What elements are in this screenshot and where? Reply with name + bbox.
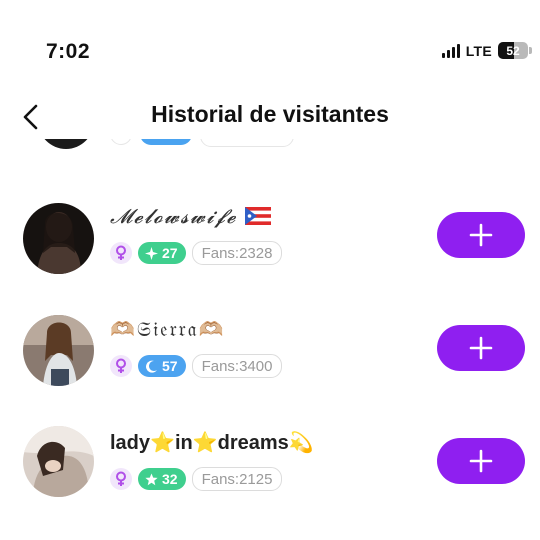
fans-count: Fans:2328: [191, 241, 283, 265]
sparkle-icon: [145, 246, 158, 260]
dizzy-icon: 💫: [288, 432, 314, 454]
star-emoji-icon: ⭐: [192, 432, 218, 454]
name-part: in: [174, 432, 193, 454]
plus-icon: [469, 223, 493, 247]
female-icon: [110, 468, 132, 490]
battery-icon: 52: [498, 42, 532, 59]
list-item[interactable]: 🫶🏼𝔖𝔦𝔢𝔯𝔯𝔞🫶🏼 57 Fans:3400: [0, 303, 540, 403]
gender-badge: [110, 139, 132, 145]
clock: 7:02: [46, 40, 91, 63]
plus-icon: [469, 449, 493, 473]
star-icon: [145, 473, 158, 485]
visitor-name: 𝓜𝓮𝓵𝓸𝔀𝓼𝔀𝓲𝓯𝓮: [110, 204, 271, 230]
avatar-photo: [23, 426, 94, 497]
star-emoji-icon: ⭐: [150, 432, 175, 454]
level-value: 27: [162, 245, 178, 261]
avatar[interactable]: [23, 426, 94, 497]
female-icon: [110, 242, 132, 264]
battery-level: 52: [506, 43, 520, 58]
signal-icon: [441, 43, 460, 58]
avatar: [38, 139, 94, 149]
add-friend-button[interactable]: [437, 325, 525, 371]
visitor-name-text: 𝔖𝔦𝔢𝔯𝔯𝔞: [136, 317, 199, 341]
name-part: dreams: [217, 432, 289, 454]
fans-badge: [200, 139, 294, 147]
status-bar: 7:02 LTE 52: [0, 0, 540, 90]
battery-cap: [529, 47, 532, 54]
level-value: 32: [162, 471, 178, 487]
level-badge: 32: [138, 468, 186, 490]
badges: 32 Fans:2125: [110, 467, 283, 491]
badges: 57 Fans:3400: [110, 354, 283, 378]
avatar[interactable]: [23, 315, 94, 386]
avatar-photo: [23, 203, 94, 274]
visitor-name: 🫶🏼𝔖𝔦𝔢𝔯𝔯𝔞🫶🏼: [110, 317, 225, 341]
female-icon: [110, 355, 132, 377]
heart-hands-icon: 🫶🏼: [198, 317, 226, 341]
list-item[interactable]: lady⭐in⭐dreams💫 32 Fans:2125: [0, 416, 540, 516]
name-part: lady: [110, 432, 151, 454]
visitor-name-text: 𝓜𝓮𝓵𝓸𝔀𝓼𝔀𝓲𝓯𝓮: [110, 204, 237, 228]
level-badge: 27: [138, 242, 186, 264]
page-title: Historial de visitantes: [151, 101, 389, 127]
moon-icon: [146, 360, 157, 373]
plus-icon: [469, 336, 493, 360]
add-friend-button[interactable]: [437, 212, 525, 258]
level-badge: 57: [138, 355, 186, 377]
fans-count: Fans:3400: [191, 354, 283, 378]
level-value: 57: [162, 358, 178, 374]
nav-header: Historial de visitantes: [0, 95, 540, 139]
fans-count: Fans:2125: [191, 467, 283, 491]
status-icons: LTE 52: [441, 42, 532, 59]
visitor-name: lady⭐in⭐dreams💫: [110, 430, 314, 455]
add-friend-button[interactable]: [437, 438, 525, 484]
list-item-partial: [0, 139, 540, 153]
badges: 27 Fans:2328: [110, 241, 283, 265]
level-badge: [140, 139, 192, 145]
flag-icon: [244, 206, 271, 230]
network-type: LTE: [465, 42, 492, 59]
heart-hands-icon: 🫶🏼: [110, 317, 137, 341]
list-item[interactable]: 𝓜𝓮𝓵𝓸𝔀𝓼𝔀𝓲𝓯𝓮 27 Fans:2328: [0, 190, 540, 290]
avatar-photo: [23, 315, 94, 386]
avatar[interactable]: [23, 203, 94, 274]
